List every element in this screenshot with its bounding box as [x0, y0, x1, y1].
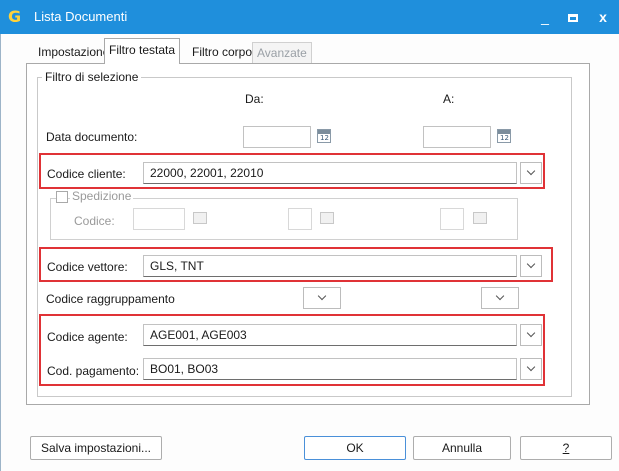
window-title: Lista Documenti: [34, 9, 128, 24]
data-documento-label: Data documento:: [46, 130, 138, 144]
column-header-to: A:: [443, 92, 455, 106]
tab-filtro-corpo[interactable]: Filtro corpo: [188, 42, 256, 64]
calendar-icon[interactable]: 12: [497, 129, 511, 143]
chevron-down-icon: [526, 166, 536, 176]
chevron-down-icon: [317, 291, 327, 301]
maximize-button[interactable]: [562, 6, 584, 28]
spedizione-label: Spedizione: [70, 189, 134, 203]
codice-vettore-input[interactable]: GLS, TNT: [143, 255, 517, 277]
spedizione-codice-label: Codice:: [74, 214, 115, 228]
chevron-down-icon: [526, 362, 536, 372]
cod-pagamento-label: Cod. pagamento:: [47, 364, 140, 378]
spedizione-codice-mid-input[interactable]: [288, 208, 312, 230]
calendar-icon[interactable]: 12: [317, 129, 331, 143]
codice-agente-input[interactable]: AGE001, AGE003: [143, 324, 517, 346]
maximize-icon: [568, 14, 578, 23]
codice-agente-dropdown-button[interactable]: [520, 324, 542, 346]
tab-impostazione[interactable]: Impostazione: [34, 42, 113, 64]
ok-button[interactable]: OK: [304, 436, 406, 460]
title-bar: G Lista Documenti _ x: [0, 0, 619, 34]
codice-raggruppamento-label: Codice raggruppamento: [46, 292, 175, 306]
codice-cliente-label: Codice cliente:: [47, 167, 126, 181]
codice-raggruppamento-from-dropdown[interactable]: [303, 287, 341, 309]
column-header-from: Da:: [245, 92, 264, 106]
filter-group-title: Filtro di selezione: [42, 70, 142, 84]
data-documento-to-input[interactable]: [423, 126, 491, 148]
spedizione-checkbox[interactable]: [56, 191, 68, 203]
codice-cliente-dropdown-button[interactable]: [520, 162, 542, 184]
spedizione-codice-from-input[interactable]: [133, 208, 185, 230]
codice-raggruppamento-to-dropdown[interactable]: [481, 287, 519, 309]
salva-impostazioni-button[interactable]: Salva impostazioni...: [30, 436, 162, 460]
help-button[interactable]: ?: [520, 436, 612, 460]
chevron-down-icon: [526, 328, 536, 338]
codice-vettore-dropdown-button[interactable]: [520, 255, 542, 277]
codice-cliente-input[interactable]: 22000, 22001, 22010: [143, 162, 517, 184]
codice-agente-label: Codice agente:: [47, 330, 128, 344]
annulla-button[interactable]: Annulla: [413, 436, 511, 460]
lookup-icon[interactable]: [193, 212, 207, 224]
tab-filtro-testata[interactable]: Filtro testata: [104, 38, 181, 64]
close-button[interactable]: x: [592, 6, 614, 28]
chevron-down-icon: [495, 291, 505, 301]
lookup-icon[interactable]: [473, 212, 487, 224]
cod-pagamento-dropdown-button[interactable]: [520, 358, 542, 380]
lookup-icon[interactable]: [320, 212, 334, 224]
chevron-down-icon: [526, 259, 536, 269]
minimize-button[interactable]: _: [534, 6, 556, 28]
codice-vettore-label: Codice vettore:: [47, 260, 128, 274]
tab-avanzate[interactable]: Avanzate: [252, 42, 312, 64]
cod-pagamento-input[interactable]: BO01, BO03: [143, 358, 517, 380]
data-documento-from-input[interactable]: [243, 126, 311, 148]
spedizione-codice-to-input[interactable]: [440, 208, 464, 230]
app-logo-icon: G: [8, 7, 22, 26]
